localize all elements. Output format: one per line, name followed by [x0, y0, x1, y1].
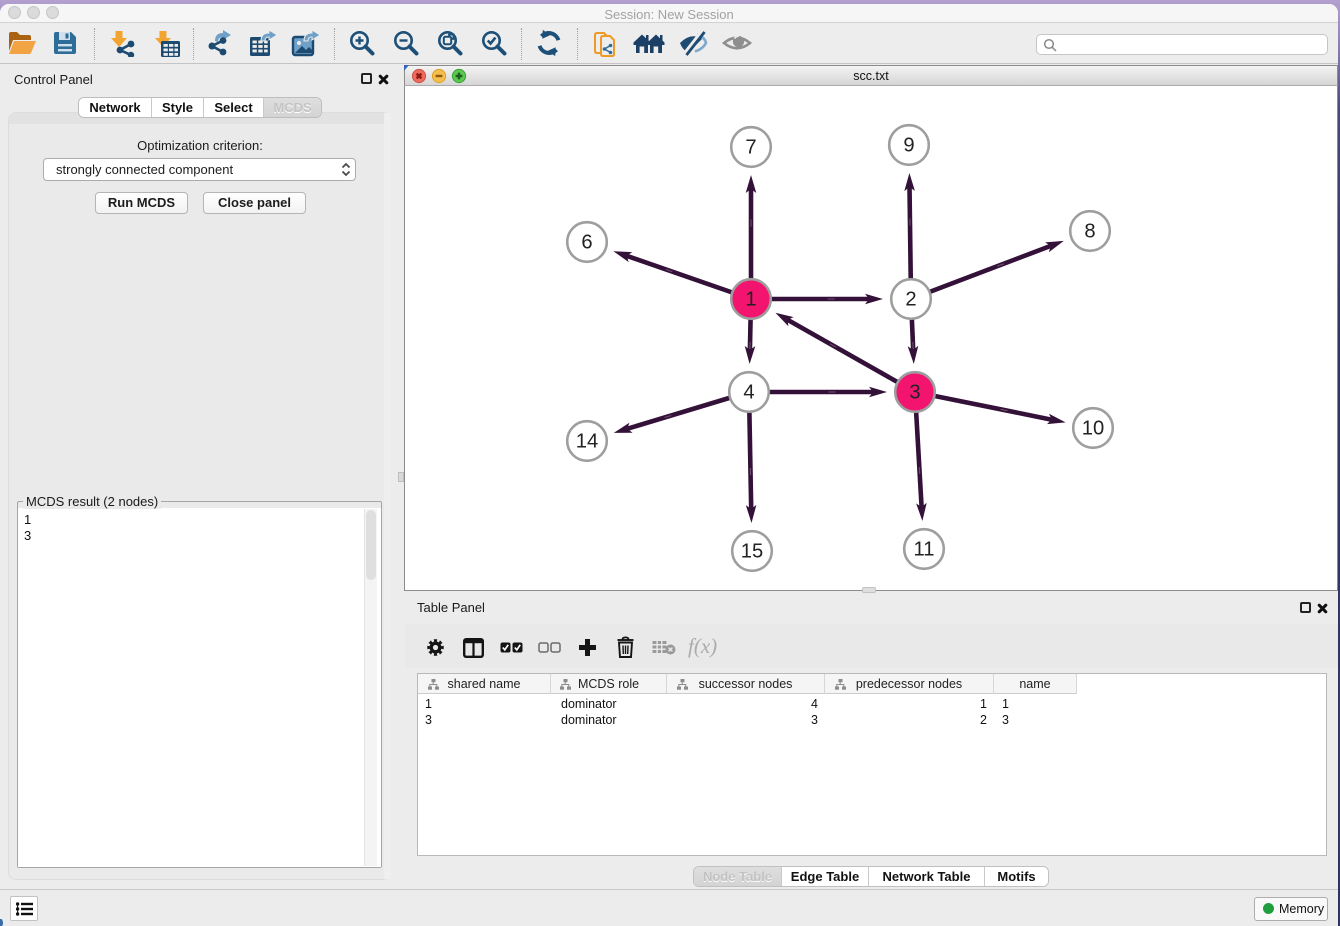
svg-text:6: 6	[581, 232, 592, 254]
svg-text:3: 3	[909, 382, 920, 404]
svg-text:9: 9	[903, 135, 914, 157]
svg-text:10: 10	[1082, 418, 1104, 440]
svg-text:11: 11	[914, 539, 935, 561]
svg-text:8: 8	[1084, 221, 1095, 243]
svg-text:4: 4	[743, 382, 754, 404]
svg-text:14: 14	[576, 431, 598, 453]
svg-text:2: 2	[905, 289, 916, 311]
svg-text:15: 15	[741, 541, 763, 563]
svg-text:7: 7	[745, 137, 756, 159]
svg-text:1: 1	[745, 289, 756, 311]
